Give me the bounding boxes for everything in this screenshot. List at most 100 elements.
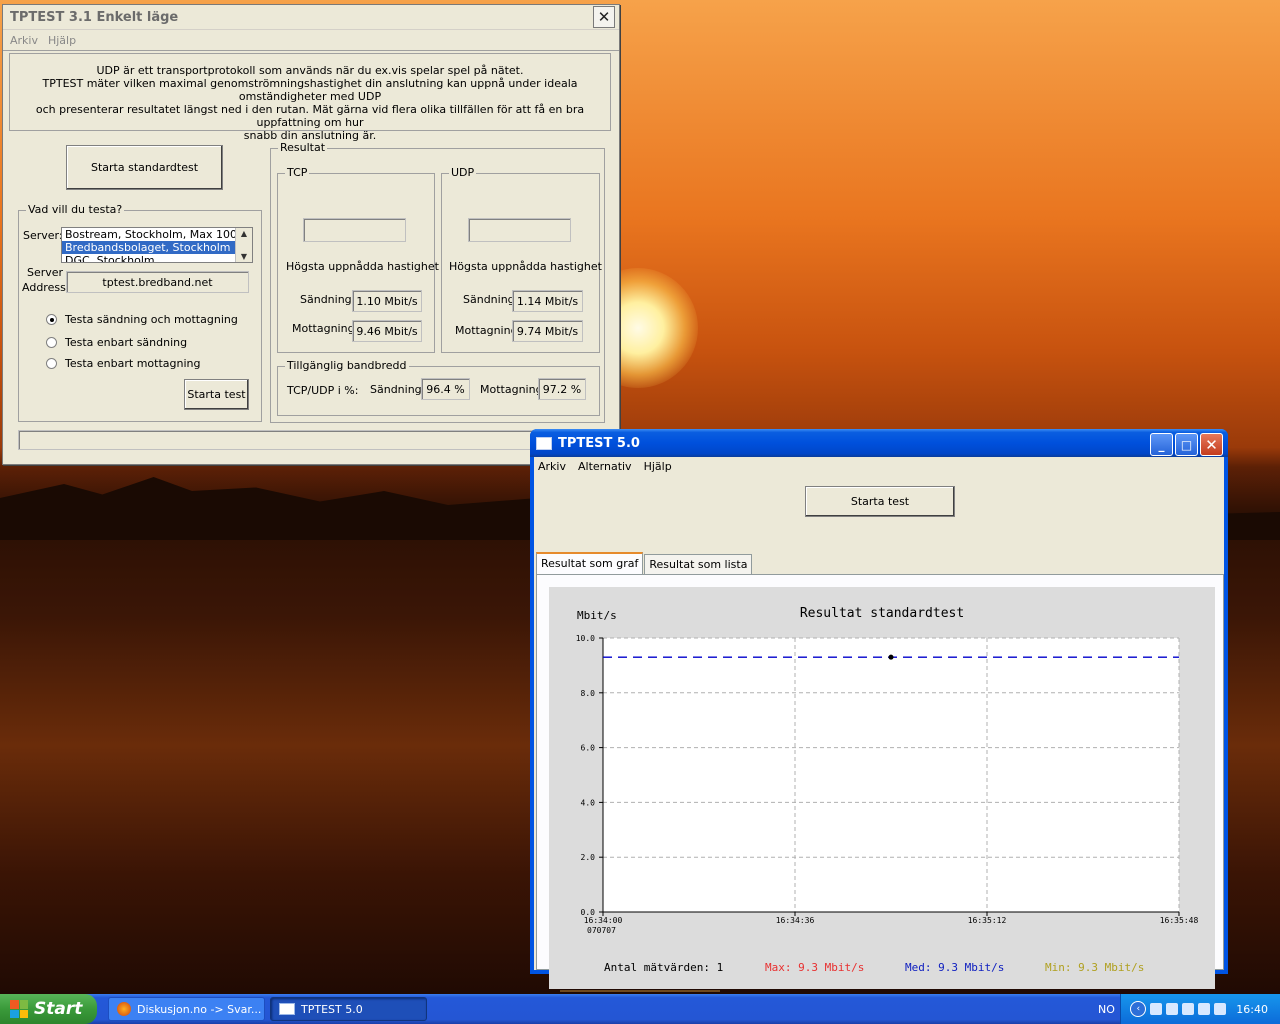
plot-area: [603, 638, 1179, 912]
system-tray: ‹ 16:40: [1120, 994, 1280, 1024]
bw-send-value: 96.4 %: [421, 378, 470, 400]
maximize-icon[interactable]: □: [1175, 433, 1198, 456]
tptest50-titlebar[interactable]: TPTEST 5.0 _ □ ✕: [530, 429, 1228, 457]
max-label: Max: 9.3 Mbit/s: [765, 961, 864, 974]
taskbar-item-tptest50[interactable]: TPTEST 5.0: [270, 997, 427, 1021]
app-window-icon: [536, 436, 552, 450]
x-tick-label: 16:35:12: [968, 916, 1007, 925]
result-legend: Resultat: [278, 141, 328, 154]
tray-monitor-icon[interactable]: [1166, 1003, 1179, 1015]
med-label: Med: 9.3 Mbit/s: [905, 961, 1004, 974]
intro-line: UDP är ett transportprotokoll som använd…: [96, 64, 524, 77]
tcp-recv-value: 9.46 Mbit/s: [352, 320, 422, 342]
listbox-scrollbar[interactable]: ▲ ▼: [235, 228, 252, 262]
intro-text: UDP är ett transportprotokoll som använd…: [9, 53, 611, 142]
close-icon[interactable]: ✕: [1200, 433, 1223, 456]
x-tick-label: 16:34:36: [776, 916, 815, 925]
intro-line: TPTEST mäter vilken maximal genomströmni…: [42, 77, 578, 103]
tcp-recv-label: Mottagning: [292, 322, 355, 335]
tray-sync-icon[interactable]: [1198, 1003, 1211, 1015]
bw-recv-value: 97.2 %: [538, 378, 586, 400]
min-label: Min: 9.3 Mbit/s: [1045, 961, 1144, 974]
tptest31-titlebar[interactable]: TPTEST 3.1 Enkelt läge ✕: [3, 5, 619, 30]
start-test-button[interactable]: Starta test: [184, 379, 249, 410]
server-label: Server:: [23, 229, 63, 242]
tptest31-title: TPTEST 3.1 Enkelt läge: [10, 9, 179, 25]
tptest31-menubar: Arkiv Hjälp: [3, 30, 619, 51]
tray-expand-icon[interactable]: ‹: [1130, 1001, 1147, 1017]
tcp-legend: TCP: [285, 166, 310, 179]
udp-highest-speed-label: Högsta uppnådda hastighet: [449, 260, 602, 273]
clock: 16:40: [1236, 1002, 1268, 1016]
udp-recv-value: 9.74 Mbit/s: [512, 320, 583, 342]
server-option[interactable]: DGC, Stockholm: [62, 254, 235, 262]
server-option-selected[interactable]: Bredbandsbolaget, Stockholm: [62, 241, 235, 254]
scroll-up-icon[interactable]: ▲: [236, 228, 252, 239]
tptest50-body: Arkiv Alternativ Hjälp Starta test Resul…: [534, 457, 1224, 989]
tcp-highest-speed-label: Högsta uppnådda hastighet: [286, 260, 439, 273]
server-address-field[interactable]: tptest.bredband.net: [66, 271, 249, 293]
tcp-send-label: Sändning: [300, 293, 352, 306]
start-label: Start: [34, 999, 83, 1019]
x-tick-label: 16:34:00: [584, 916, 623, 925]
udp-legend: UDP: [449, 166, 477, 179]
what-to-test-legend: Vad vill du testa?: [26, 203, 125, 216]
menu-alternativ[interactable]: Alternativ: [578, 460, 632, 473]
bw-recv-label: Mottagning: [480, 383, 543, 396]
taskbar-item-label: TPTEST 5.0: [301, 1002, 363, 1016]
scroll-track[interactable]: [236, 239, 252, 251]
radio-label: Testa enbart mottagning: [65, 357, 201, 370]
count-label: Antal mätvärden: 1: [604, 961, 723, 974]
server-listbox[interactable]: Bostream, Stockholm, Max 100 Mbit Bredba…: [61, 227, 253, 263]
server-address-label: Address:: [22, 281, 70, 294]
udp-recv-label: Mottagning: [455, 324, 518, 337]
progress-bar: [18, 430, 606, 450]
bw-send-label: Sändning: [370, 383, 422, 396]
tcpudp-percent-label: TCP/UDP i %:: [287, 384, 359, 397]
taskbar-item-label: Diskusjon.no -> Svar...: [137, 1002, 262, 1016]
menu-arkiv[interactable]: Arkiv: [538, 460, 566, 473]
menu-hjalp[interactable]: Hjälp: [48, 34, 76, 47]
radio-send-and-receive[interactable]: Testa sändning och mottagning: [46, 313, 238, 326]
menu-hjalp[interactable]: Hjälp: [644, 460, 672, 473]
radio-send-only[interactable]: Testa enbart sändning: [46, 336, 187, 349]
minimize-icon[interactable]: _: [1150, 433, 1173, 456]
radio-unchecked-icon: [46, 337, 57, 348]
x-date-label: 070707: [587, 926, 616, 935]
tptest50-title: TPTEST 5.0: [558, 435, 640, 451]
y-tick-label: 10.0: [576, 634, 595, 643]
radio-unchecked-icon: [46, 358, 57, 369]
start-button[interactable]: Start: [0, 994, 97, 1024]
udp-send-value: 1.14 Mbit/s: [512, 290, 583, 312]
server-option[interactable]: Bostream, Stockholm, Max 100 Mbit: [62, 228, 235, 241]
radio-receive-only[interactable]: Testa enbart mottagning: [46, 357, 200, 370]
scroll-down-icon[interactable]: ▼: [236, 251, 252, 262]
windows-flag-icon: [10, 1000, 28, 1018]
tray-volume-icon[interactable]: [1182, 1003, 1195, 1015]
radio-checked-icon: [46, 314, 57, 325]
tray-globe-icon[interactable]: [1214, 1003, 1227, 1015]
udp-send-label: Sändning: [463, 293, 515, 306]
taskbar-item-browser[interactable]: Diskusjon.no -> Svar...: [108, 997, 265, 1021]
firefox-icon: [117, 1002, 131, 1016]
radio-label: Testa sändning och mottagning: [65, 313, 238, 326]
y-tick-label: 2.0: [581, 853, 596, 862]
server-address-label: Server: [27, 266, 64, 279]
tray-network-icon[interactable]: [1150, 1003, 1163, 1015]
close-icon[interactable]: ✕: [593, 6, 615, 28]
tptest31-window: TPTEST 3.1 Enkelt läge ✕ Arkiv Hjälp UDP…: [2, 4, 620, 465]
tptest50-menubar: Arkiv Alternativ Hjälp: [534, 457, 1224, 475]
graph-tab-pane: 0.0 2.0 4.0 6.0 8.0 10.0 16:34:00 16:34:36 16:3…: [536, 574, 1224, 989]
start-standard-test-button[interactable]: Starta standardtest: [66, 145, 223, 190]
graph-background: 0.0 2.0 4.0 6.0 8.0 10.0 16:34:00 16:34:36 16:3…: [549, 587, 1215, 989]
x-tick-label: 16:35:48: [1160, 916, 1199, 925]
unit-label: Mbit/s: [577, 609, 617, 622]
menu-arkiv[interactable]: Arkiv: [10, 34, 38, 47]
tptest50-window: TPTEST 5.0 _ □ ✕ Arkiv Alternativ Hjälp …: [530, 429, 1228, 989]
graph-title: Resultat standardtest: [800, 606, 964, 621]
language-indicator[interactable]: NO: [1098, 1003, 1115, 1016]
start-test-button[interactable]: Starta test: [805, 486, 955, 517]
tcp-send-value: 1.10 Mbit/s: [352, 290, 422, 312]
tcp-progress-field: [303, 218, 406, 242]
tab-graph[interactable]: Resultat som graf: [536, 552, 644, 576]
